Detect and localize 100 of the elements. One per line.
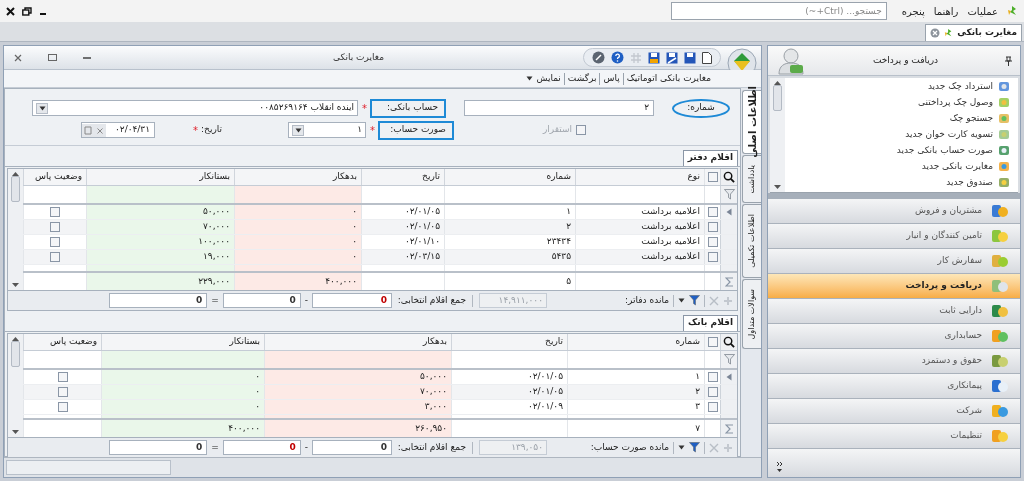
module-button[interactable]: دریافت و پرداخت	[768, 274, 1020, 299]
scroll-thumb[interactable]	[11, 176, 20, 202]
select-all-checkbox[interactable]	[707, 337, 718, 347]
scrollbar[interactable]	[8, 334, 23, 437]
caret-icon[interactable]	[678, 445, 685, 450]
save-icon[interactable]	[666, 51, 678, 64]
pass-checkbox[interactable]	[57, 402, 68, 412]
task-link[interactable]: تسویه کارت خوان جدید	[785, 127, 1010, 142]
filter-icon[interactable]	[689, 442, 700, 453]
sum-field: 0	[109, 440, 208, 455]
task-link[interactable]: وصول چک پرداختنی	[785, 95, 1010, 110]
scroll-thumb[interactable]	[11, 341, 20, 367]
menu-item[interactable]: پاس	[603, 71, 620, 86]
info-icon[interactable]	[592, 51, 605, 64]
module-button[interactable]: حسابداری	[768, 324, 1020, 349]
save-icon[interactable]	[648, 51, 660, 64]
restore-icon[interactable]	[22, 6, 32, 16]
dropdown[interactable]: ۱	[288, 122, 366, 138]
module-button[interactable]: تامین کنندگان و انبار	[768, 224, 1020, 249]
filter-cell[interactable]	[264, 351, 451, 368]
module-button[interactable]: سفارش کار	[768, 249, 1020, 274]
select-all-checkbox[interactable]	[707, 172, 718, 182]
module-button[interactable]: دارایی ثابت	[768, 299, 1020, 324]
column-header[interactable]: بستانکار	[101, 334, 264, 350]
scroll-down-icon[interactable]	[774, 185, 781, 189]
grid-tab[interactable]: اقلام بانک	[683, 315, 738, 331]
add-icon	[723, 295, 733, 306]
column-header[interactable]: نوع	[575, 169, 704, 185]
balance-label: مانده دفاتر:	[624, 293, 669, 307]
dropdown[interactable]: اینده انقلاب ۰۰۸۵۲۶۹۱۶۴	[32, 100, 358, 116]
new-document-icon[interactable]	[702, 51, 712, 64]
side-tab[interactable]: سوالات متداول	[742, 279, 761, 349]
input-field[interactable]: ۲	[464, 100, 654, 116]
row-checkbox[interactable]	[707, 387, 718, 397]
pass-checkbox[interactable]	[50, 207, 60, 217]
caret-icon[interactable]	[678, 298, 685, 303]
column-header[interactable]: بدهکار	[264, 334, 451, 350]
window-title: مغایرت بانکی	[333, 50, 384, 64]
calendar-icon[interactable]	[82, 123, 95, 137]
menu-item[interactable]: راهنما	[933, 3, 959, 19]
filter-cell[interactable]	[86, 186, 234, 203]
pin-icon[interactable]	[1005, 55, 1012, 66]
module-button[interactable]: تنظیمات	[768, 424, 1020, 449]
task-link[interactable]: صورت حساب بانکی جدید	[785, 143, 1010, 158]
grid-tab[interactable]: اقلام دفتر	[682, 150, 738, 166]
dropdown-arrow-icon[interactable]	[294, 127, 302, 133]
search-field[interactable]: جستجو... (Ctrl+~)	[670, 2, 887, 20]
task-link[interactable]: جستجو چک	[785, 111, 1010, 126]
menu-item[interactable]: عملیات	[967, 3, 998, 19]
scroll-thumb[interactable]	[773, 85, 782, 111]
side-tab[interactable]: اطلاعات تکمیلی	[742, 204, 761, 278]
row-checkbox[interactable]	[707, 207, 718, 217]
column-header[interactable]: تاریخ	[451, 334, 567, 350]
pass-checkbox[interactable]	[57, 387, 68, 397]
filter-icon[interactable]	[689, 295, 700, 306]
row-checkbox[interactable]	[707, 237, 718, 247]
close-icon[interactable]	[6, 6, 15, 16]
pass-checkbox[interactable]	[50, 222, 60, 232]
module-button[interactable]: حقوق و دستمزد	[768, 349, 1020, 374]
pass-checkbox[interactable]	[57, 372, 68, 382]
column-header[interactable]: شماره	[444, 169, 575, 185]
module-button[interactable]: مشتریان و فروش	[768, 199, 1020, 224]
task-link[interactable]: استرداد چک جدید	[785, 79, 1010, 94]
table-cell: اعلامیه برداشت	[575, 205, 704, 219]
scrollbar[interactable]	[770, 78, 785, 192]
dropdown-arrow-icon[interactable]	[38, 105, 46, 111]
date-field[interactable]: ۰۲/۰۴/۳۱	[81, 122, 156, 138]
module-button[interactable]: شرکت	[768, 399, 1020, 424]
filter-cell[interactable]	[101, 351, 264, 368]
row-checkbox[interactable]	[707, 222, 718, 232]
row-checkbox[interactable]	[707, 252, 718, 262]
help-icon[interactable]	[611, 51, 624, 64]
menu-item[interactable]: مغایرت بانکی اتوماتیک	[626, 71, 711, 86]
scroll-down-icon[interactable]	[12, 283, 19, 287]
task-link[interactable]: صندوق جدید	[785, 175, 1010, 190]
pass-checkbox[interactable]	[50, 252, 60, 262]
menu-item[interactable]: نمایش	[526, 71, 561, 86]
caret-icon[interactable]	[526, 76, 534, 81]
clear-icon[interactable]	[94, 123, 107, 137]
document-tab[interactable]: مغایرت بانکی	[925, 24, 1022, 41]
menu-item[interactable]: برگشت	[567, 71, 597, 86]
scrollbar[interactable]	[8, 169, 23, 290]
save-icon[interactable]	[684, 51, 696, 64]
column-header[interactable]: تاریخ	[361, 169, 444, 185]
row-checkbox[interactable]	[707, 372, 718, 382]
row-checkbox[interactable]	[707, 402, 718, 412]
overflow-icon[interactable]	[776, 461, 783, 473]
column-header[interactable]: بدهکار	[234, 169, 361, 185]
menu-item[interactable]: پنجره	[901, 3, 925, 19]
scroll-down-icon[interactable]	[12, 430, 19, 434]
task-link[interactable]: مغایرت بانکی جدید	[785, 159, 1010, 174]
table-cell: ۲	[444, 220, 575, 234]
column-header[interactable]: بستانکار	[86, 169, 234, 185]
pass-checkbox[interactable]	[50, 237, 60, 247]
module-button[interactable]: پیمانکاری	[768, 374, 1020, 399]
maximize-icon[interactable]	[48, 54, 57, 61]
table-cell: ۳	[567, 400, 704, 414]
app-menu-icon[interactable]	[1007, 5, 1018, 17]
filter-cell[interactable]	[234, 186, 361, 203]
column-header[interactable]: شماره	[567, 334, 704, 350]
